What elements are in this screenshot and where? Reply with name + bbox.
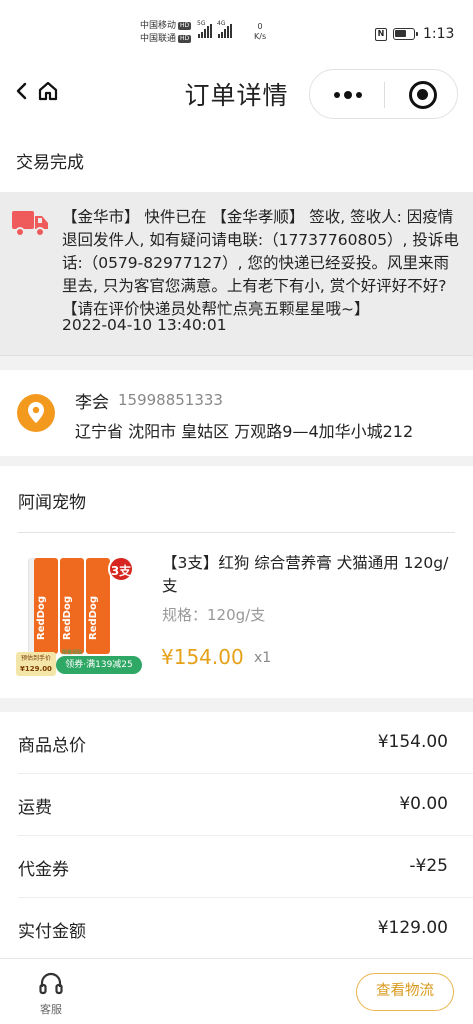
bottom-bar: 客服 查看物流 xyxy=(0,958,473,1024)
summary-value: -¥25 xyxy=(409,856,448,876)
more-icon[interactable] xyxy=(328,84,368,106)
carrier-2: 中国联通 xyxy=(140,34,177,44)
speed-value: 0 xyxy=(257,22,263,31)
product-title[interactable]: 【3支】红狗 综合营养膏 犬猫通用 120g/支 xyxy=(162,552,462,598)
estimated-price-tag: 预估到手价 ¥129.00 xyxy=(16,652,56,676)
summary-row-total: 实付金额 ¥129.00 xyxy=(18,898,473,960)
order-status-section: 交易完成 xyxy=(0,126,473,192)
summary-row-subtotal: 商品总价 ¥154.00 xyxy=(18,712,473,774)
carrier-1: 中国移动 xyxy=(140,21,177,31)
customer-service-label[interactable]: 客服 xyxy=(38,1001,64,1017)
status-bar: 中国移动 HD 中国联通 HD 5G 4G 0 K/s N 1:13 xyxy=(0,0,473,60)
headset-icon[interactable] xyxy=(38,971,64,997)
net-speed: 0 K/s xyxy=(254,22,266,42)
recipient-phone: 15998851333 xyxy=(118,391,223,409)
logistics-message: 【金华市】 快件已在 【金华孝顺】 签收, 签收人: 因疫情退回发件人, 如有疑… xyxy=(62,208,459,318)
speed-unit: K/s xyxy=(254,32,267,41)
hd-badge: HD xyxy=(178,34,192,43)
summary-row-shipping: 运费 ¥0.00 xyxy=(18,774,473,836)
summary-value: ¥0.00 xyxy=(399,794,448,814)
hd-badge: HD xyxy=(178,21,192,30)
summary-value: ¥154.00 xyxy=(377,732,448,752)
battery-fill xyxy=(395,30,407,37)
summary-value: ¥129.00 xyxy=(377,918,448,938)
recipient-address: 辽宁省 沈阳市 皇姑区 万观路9—4加华小城212 xyxy=(75,422,414,441)
location-pin-icon xyxy=(17,394,55,432)
capsule-divider xyxy=(384,82,385,108)
product-spec: 规格：120g/支 xyxy=(162,606,266,624)
order-status: 交易完成 xyxy=(16,153,84,173)
recipient-name: 李会 xyxy=(75,393,109,413)
product-image[interactable]: RedDog RedDog RedDog 3支 预估到手价 ¥129.00 限量… xyxy=(16,552,142,678)
shop-divider xyxy=(18,532,455,533)
product-quantity: x1 xyxy=(254,650,272,666)
logistics-time: 2022-04-10 13:40:01 xyxy=(62,316,227,334)
product-tube: RedDog xyxy=(60,558,84,654)
summary-label: 运费 xyxy=(18,798,52,818)
product-tube: RedDog xyxy=(34,558,58,654)
price-tag-note: 预估到手价 xyxy=(20,655,51,662)
truck-icon xyxy=(12,211,48,237)
summary-label: 实付金额 xyxy=(18,922,86,942)
signal-5g-icon: 5G xyxy=(197,20,212,38)
clock: 1:13 xyxy=(423,26,455,42)
summary-row-voucher: 代金券 -¥25 xyxy=(18,836,473,898)
price-summary: 商品总价 ¥154.00 运费 ¥0.00 代金券 -¥25 实付金额 ¥129… xyxy=(0,712,473,958)
product-tube: RedDog xyxy=(86,558,110,654)
battery-icon xyxy=(393,28,418,40)
address-section: 李会 15998851333 辽宁省 沈阳市 皇姑区 万观路9—4加华小城212 xyxy=(0,370,473,456)
close-target-icon[interactable] xyxy=(409,81,437,109)
view-logistics-button[interactable]: 查看物流 xyxy=(356,973,454,1011)
coupon-top-label: 限量领取 xyxy=(62,650,83,656)
summary-label: 代金券 xyxy=(18,860,69,880)
nav-bar: 订单详情 xyxy=(0,60,473,126)
summary-label: 商品总价 xyxy=(18,736,86,756)
shop-name: 阿闻宠物 xyxy=(18,493,86,513)
net-label: 5G xyxy=(197,20,206,27)
product-price: ¥154.00 xyxy=(161,645,244,669)
price-tag-value: ¥129.00 xyxy=(20,665,52,673)
quantity-badge: 3支 xyxy=(108,556,134,582)
net-label: 4G xyxy=(217,20,226,27)
logistics-section[interactable]: 【金华市】 快件已在 【金华孝顺】 签收, 签收人: 因疫情退回发件人, 如有疑… xyxy=(0,192,473,356)
carrier-info: 中国移动 HD 中国联通 HD xyxy=(140,20,192,46)
shop-section: 阿闻宠物 RedDog RedDog RedDog 3支 预估到手价 ¥129.… xyxy=(0,466,473,698)
mini-program-capsule xyxy=(309,69,458,119)
signal-icons: 5G 4G xyxy=(197,20,232,38)
coupon-tag: 领券·满139减25 xyxy=(56,656,142,674)
signal-4g-icon: 4G xyxy=(217,20,232,38)
nfc-icon: N xyxy=(375,28,387,41)
